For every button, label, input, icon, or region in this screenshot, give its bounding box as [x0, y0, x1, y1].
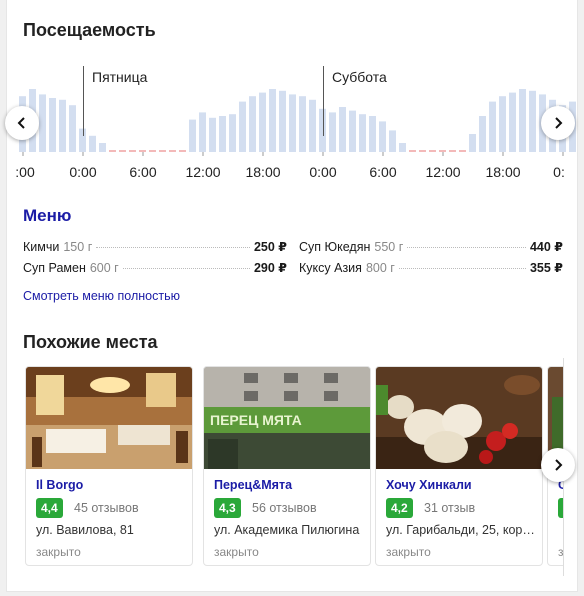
- attendance-bar: [309, 99, 316, 152]
- chevron-right-icon: [555, 459, 563, 471]
- menu-item-weight: 800 г: [365, 261, 395, 275]
- attendance-bar: [469, 134, 476, 152]
- menu-item: Куксу Азия 800 г 355 ₽: [299, 260, 563, 275]
- rating-badge: 4,2: [386, 498, 413, 518]
- hour-label: 6:00: [369, 164, 397, 180]
- open-status: закрыто: [214, 545, 259, 559]
- menu-title[interactable]: Меню: [23, 206, 71, 226]
- dotted-leader: [407, 247, 526, 248]
- menu-item-price: 440 ₽: [529, 240, 563, 254]
- hour-label: :00: [15, 164, 35, 180]
- hour-label: 12:00: [425, 164, 461, 180]
- place-card-khochu-khinkali[interactable]: Хочу Хинкали 4,2 31 отзыв ул. Гарибальди…: [375, 366, 543, 566]
- attendance-bar: [69, 105, 76, 152]
- attendance-prev-button[interactable]: [5, 106, 39, 140]
- attendance-bar: [89, 135, 96, 152]
- menu-item: Суп Рамен 600 г 290 ₽: [23, 260, 287, 275]
- place-sign-text: ПЕРЕЦ МЯТА: [210, 412, 302, 428]
- attendance-bar: [399, 143, 406, 152]
- organization-card: Посещаемость Пятница Суббота :00 0:00 6:…: [5, 0, 579, 592]
- menu-item-weight: 150 г: [63, 240, 93, 254]
- dotted-leader: [122, 268, 250, 269]
- attendance-bar: [49, 98, 56, 152]
- menu-item-price: 355 ₽: [529, 261, 563, 275]
- attendance-bar: [489, 101, 496, 152]
- attendance-bar: [479, 116, 486, 152]
- place-card-perets-myata[interactable]: ПЕРЕЦ МЯТА Перец&Мята 4,3 56 отзывов ул.…: [203, 366, 371, 566]
- open-status: закрыто: [36, 545, 81, 559]
- attendance-bar: [209, 117, 216, 152]
- menu-item-weight: 600 г: [89, 261, 119, 275]
- reviews-count: 56 отзывов: [252, 501, 317, 515]
- place-address: ул. Вавилова, 81: [36, 523, 134, 537]
- menu-item-name: Суп Рамен: [23, 261, 86, 275]
- place-name: Перец&Мята: [214, 478, 293, 492]
- attendance-bar: [229, 114, 236, 152]
- place-name: Хочу Хинкали: [386, 478, 472, 492]
- reviews-count: 31 отзыв: [424, 501, 476, 515]
- dotted-leader: [398, 268, 526, 269]
- attendance-bar: [249, 96, 256, 152]
- attendance-bar: [509, 92, 516, 152]
- hour-label: 18:00: [245, 164, 281, 180]
- dotted-leader: [96, 247, 250, 248]
- hour-label: 0:00: [69, 164, 97, 180]
- menu-item-name: Кимчи: [23, 240, 60, 254]
- similar-places-title: Похожие места: [23, 332, 158, 352]
- similar-places-carousel: Il Borgo 4,4 45 отзывов ул. Вавилова, 81…: [23, 366, 563, 570]
- attendance-bar: [59, 99, 66, 152]
- hour-label: 0:00: [309, 164, 337, 180]
- attendance-bar: [199, 112, 206, 152]
- place-address: ул. Гарибальди, 25, корп. 1: [386, 523, 538, 537]
- attendance-bar: [259, 92, 266, 152]
- hour-label: 6:00: [129, 164, 157, 180]
- attendance-chart: Пятница Суббота :00 0:00 6:00 12:00 18:0…: [7, 56, 579, 196]
- rating-badge: 4,4: [36, 498, 63, 518]
- menu-item-name: Суп Юкедян: [299, 240, 371, 254]
- khinkali-dish-photo: [376, 367, 542, 469]
- attendance-bar: [289, 94, 296, 152]
- full-menu-link[interactable]: Смотреть меню полностью: [23, 289, 180, 303]
- place-card-il-borgo[interactable]: Il Borgo 4,4 45 отзывов ул. Вавилова, 81…: [25, 366, 193, 566]
- rating-badge: 4,3: [214, 498, 241, 518]
- menu-item-price: 290 ₽: [253, 261, 287, 275]
- place-name: Il Borgo: [36, 478, 84, 492]
- attendance-bar: [299, 96, 306, 152]
- chevron-left-icon: [17, 117, 25, 129]
- attendance-bar: [219, 116, 226, 152]
- reviews-count: 45 отзывов: [74, 501, 139, 515]
- attendance-title: Посещаемость: [23, 20, 156, 40]
- building-facade-photo: ПЕРЕЦ МЯТА: [204, 367, 370, 469]
- attendance-bar: [499, 96, 506, 152]
- attendance-bar: [279, 90, 286, 152]
- menu-item-name: Куксу Азия: [299, 261, 362, 275]
- day-label-friday: Пятница: [83, 66, 147, 136]
- carousel-next-button[interactable]: [541, 448, 575, 482]
- day-label-saturday: Суббота: [323, 66, 387, 136]
- menu-item-weight: 550 г: [374, 240, 404, 254]
- menu-item: Кимчи 150 г 250 ₽: [23, 239, 287, 254]
- attendance-bar: [239, 101, 246, 152]
- place-address: ул. Академика Пилюгина: [214, 523, 360, 537]
- attendance-bar: [389, 130, 396, 152]
- hour-label: 18:00: [485, 164, 521, 180]
- menu-item-price: 250 ₽: [253, 240, 287, 254]
- attendance-bar: [269, 89, 276, 152]
- attendance-bar: [519, 89, 526, 152]
- attendance-bar: [99, 143, 106, 152]
- attendance-bar: [39, 94, 46, 152]
- open-status: закрыто: [386, 545, 431, 559]
- restaurant-interior-photo: [26, 367, 192, 469]
- attendance-bar: [189, 119, 196, 152]
- attendance-bar: [529, 90, 536, 152]
- hour-label: 12:00: [185, 164, 221, 180]
- chevron-right-icon: [555, 117, 563, 129]
- menu-item: Суп Юкедян 550 г 440 ₽: [299, 239, 563, 254]
- attendance-next-button[interactable]: [541, 106, 575, 140]
- hour-label: 0:: [553, 164, 565, 180]
